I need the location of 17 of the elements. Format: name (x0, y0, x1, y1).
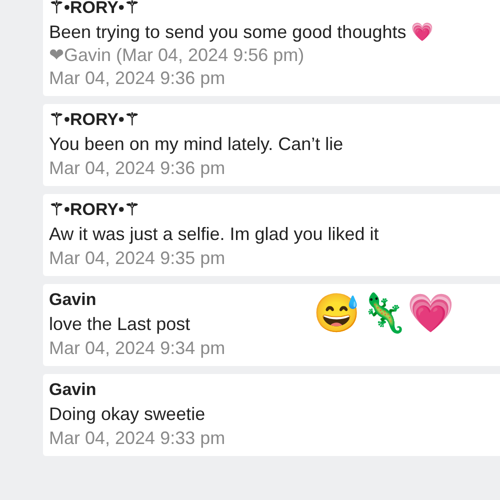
message-text: Doing okay sweetie (49, 403, 206, 426)
message-time: Mar 04, 2024 9:35 pm (49, 247, 226, 270)
message-text: You been on my mind lately. Can’t lie (49, 133, 344, 156)
author-name: ⚚•RORY•⚚ (49, 0, 140, 19)
message-time: Mar 04, 2024 9:36 pm (49, 157, 226, 180)
author-name: ⚚•RORY•⚚ (49, 199, 140, 221)
author-name: Gavin (49, 379, 98, 401)
message-time: Mar 04, 2024 9:33 pm (49, 427, 226, 450)
message-text: love the Last post (49, 313, 190, 336)
message-time: Mar 04, 2024 9:34 pm (49, 337, 226, 360)
message-text: Aw it was just a selfie. Im glad you liked it (49, 223, 379, 246)
reaction-text: ❤Gavin (Mar 04, 2024 9:56 pm) (49, 44, 306, 66)
message-text: Been trying to send you some good thoughts 💗 (49, 21, 434, 44)
message-time: Mar 04, 2024 9:36 pm (49, 67, 226, 90)
author-name: ⚚•RORY•⚚ (49, 109, 140, 131)
emoji-text: 😅🦎💗 (313, 294, 454, 334)
author-name: Gavin (49, 289, 98, 311)
